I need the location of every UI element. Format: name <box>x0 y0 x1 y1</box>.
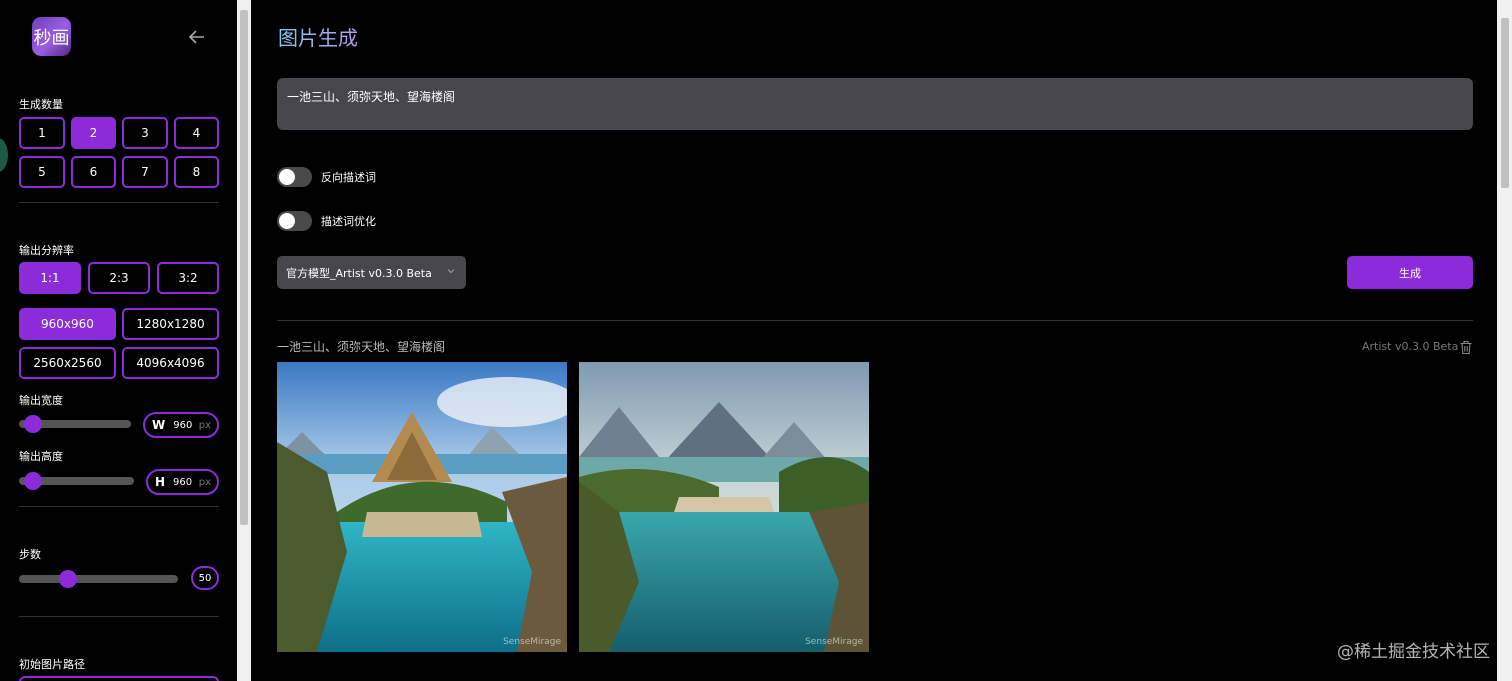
height-prefix: H <box>155 475 166 489</box>
divider <box>19 202 219 203</box>
height-slider[interactable] <box>19 472 134 490</box>
model-select[interactable]: 官方模型_Artist v0.3.0 Beta <box>277 256 466 289</box>
toggle-knob <box>279 213 295 229</box>
count-label: 生成数量 <box>19 98 63 111</box>
model-select-value: 官方模型_Artist v0.3.0 Beta <box>286 266 432 280</box>
prompt-optimize-toggle[interactable] <box>277 211 312 231</box>
sidebar-scrollbar[interactable] <box>237 0 251 681</box>
height-slider-thumb[interactable] <box>24 472 42 490</box>
image-watermark: SenseMirage <box>805 637 863 647</box>
ratio-button-1-1[interactable]: 1:1 <box>19 262 81 294</box>
generated-image-1[interactable]: SenseMirage <box>277 362 567 652</box>
prompt-textarea[interactable]: 一池三山、须弥天地、望海楼阁 <box>277 78 1473 130</box>
size-button-4096[interactable]: 4096x4096 <box>122 347 219 379</box>
width-label: 输出宽度 <box>19 394 63 407</box>
count-button-7[interactable]: 7 <box>122 156 168 188</box>
ratio-button-2-3[interactable]: 2:3 <box>88 262 150 294</box>
generate-button[interactable]: 生成 <box>1347 256 1473 289</box>
result-model: Artist v0.3.0 Beta <box>1362 340 1459 353</box>
count-button-4[interactable]: 4 <box>174 117 219 149</box>
page-title: 图片生成 <box>278 22 358 51</box>
height-input[interactable]: H 960 px <box>146 469 219 495</box>
result-prompt: 一池三山、须弥天地、望海楼阁 <box>277 340 446 354</box>
width-prefix: W <box>152 418 166 432</box>
steps-label: 步数 <box>19 548 41 561</box>
divider <box>277 320 1473 321</box>
main-scroll-thumb[interactable] <box>1501 18 1509 188</box>
chevron-down-icon <box>447 269 455 274</box>
height-unit: px <box>198 476 211 488</box>
width-slider-thumb[interactable] <box>24 415 42 433</box>
resolution-label: 输出分辨率 <box>19 244 74 257</box>
steps-value[interactable]: 50 <box>191 566 219 590</box>
width-value: 960 <box>173 419 193 431</box>
back-arrow-icon[interactable] <box>186 26 208 48</box>
trash-icon[interactable] <box>1459 340 1473 355</box>
size-button-960[interactable]: 960x960 <box>19 308 116 340</box>
main-scrollbar[interactable] <box>1497 0 1512 681</box>
width-input[interactable]: W 960 px <box>143 412 219 438</box>
negative-prompt-toggle[interactable] <box>277 167 312 187</box>
optimize-toggle-row: 描述词优化 <box>277 211 376 231</box>
toggle-knob <box>279 169 295 185</box>
count-button-3[interactable]: 3 <box>122 117 168 149</box>
steps-slider-thumb[interactable] <box>59 570 77 588</box>
negative-prompt-toggle-row: 反向描述词 <box>277 167 376 187</box>
init-image-label: 初始图片路径 <box>19 658 85 671</box>
sidebar-scroll-thumb[interactable] <box>240 10 248 525</box>
logo-text: 秒画 <box>33 27 70 49</box>
count-button-1[interactable]: 1 <box>19 117 65 149</box>
count-button-8[interactable]: 8 <box>174 156 219 188</box>
generated-image-2[interactable]: SenseMirage <box>579 362 869 652</box>
prompt-optimize-label: 描述词优化 <box>321 215 376 228</box>
size-button-2560[interactable]: 2560x2560 <box>19 347 116 379</box>
width-unit: px <box>198 419 211 431</box>
height-value: 960 <box>173 476 193 488</box>
divider <box>19 506 219 507</box>
height-label: 输出高度 <box>19 450 63 463</box>
divider <box>19 616 219 617</box>
app-logo: 秒画 <box>32 17 71 56</box>
page-watermark: @稀土掘金技术社区 <box>1337 642 1490 662</box>
size-button-1280[interactable]: 1280x1280 <box>122 308 219 340</box>
count-button-6[interactable]: 6 <box>71 156 116 188</box>
negative-prompt-label: 反向描述词 <box>321 171 376 184</box>
ratio-button-3-2[interactable]: 3:2 <box>157 262 219 294</box>
sidebar: 秒画 生成数量 1 2 3 4 5 6 7 8 输出分辨率 1:1 2:3 3:… <box>0 0 237 681</box>
steps-slider[interactable] <box>19 570 178 588</box>
count-button-5[interactable]: 5 <box>19 156 65 188</box>
init-image-path-input[interactable] <box>19 676 219 681</box>
image-watermark: SenseMirage <box>503 637 561 647</box>
collapse-handle[interactable] <box>0 138 8 172</box>
count-button-2[interactable]: 2 <box>71 117 116 149</box>
width-slider[interactable] <box>19 415 131 433</box>
